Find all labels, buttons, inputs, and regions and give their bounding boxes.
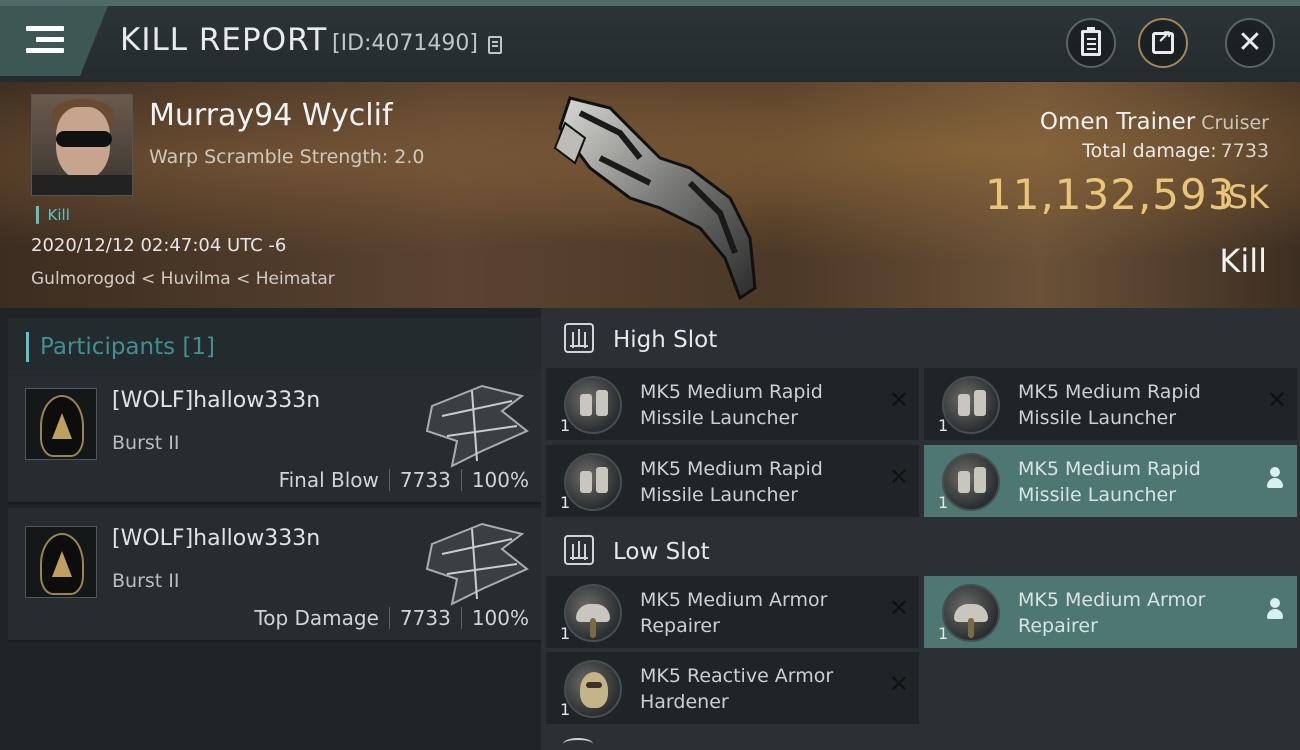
module-name: MK5 Medium Rapid Missile Launcher [640, 458, 823, 506]
module-item[interactable]: 1 MK5 Medium Rapid Missile Launcher ✕ [924, 368, 1297, 440]
high-slot-icon [564, 323, 594, 353]
participants-header: Participants [1] [8, 318, 541, 376]
participant-percent: 100% [471, 468, 529, 492]
close-button[interactable]: ✕ [1225, 18, 1275, 68]
menu-button[interactable] [0, 6, 108, 76]
module-name: MK5 Medium Rapid Missile Launcher [1018, 381, 1201, 429]
module-name: MK5 Medium Rapid Missile Launcher [1018, 458, 1201, 506]
victim-ship-image[interactable] [540, 88, 780, 308]
close-icon: ✕ [888, 594, 909, 622]
participant-damage: 7733 [399, 468, 451, 492]
participants-title: Participants [1] [40, 334, 215, 360]
copy-icon[interactable] [488, 36, 502, 54]
module-name: MK5 Medium Rapid Missile Launcher [640, 381, 823, 429]
module-item[interactable]: 1 MK5 Medium Armor Repairer ✕ [546, 576, 919, 648]
module-quantity: 1 [560, 493, 571, 512]
module-quantity: 1 [938, 416, 949, 435]
warp-scramble-strength: Warp Scramble Strength: 2.0 [149, 146, 425, 168]
victim-name[interactable]: Murray94 Wyclif [149, 98, 393, 133]
participant-stats: Top Damage 7733 100% [254, 606, 529, 630]
isk-value: 11,132,593 [985, 170, 1236, 219]
module-name: MK5 Reactive Armor Hardener [640, 665, 834, 713]
module-item[interactable]: 1 MK5 Reactive Armor Hardener ✕ [546, 652, 919, 724]
high-slot-title: High Slot [613, 327, 718, 353]
armor-repairer-icon [942, 584, 1000, 642]
module-item[interactable]: 1 MK5 Medium Rapid Missile Launcher ✕ [546, 445, 919, 517]
missile-launcher-icon [564, 453, 622, 511]
module-quantity: 1 [938, 493, 949, 512]
missile-launcher-icon [942, 453, 1000, 511]
close-icon: ✕ [888, 670, 909, 698]
clipboard-icon [1081, 27, 1101, 56]
ship-name: Omen Trainer [1039, 109, 1196, 135]
victim-avatar[interactable] [31, 94, 133, 196]
participants-panel: Participants [1] [WOLF]hallow333n Burst … [0, 308, 541, 750]
participant-ship-image[interactable] [422, 514, 532, 610]
low-slot-title: Low Slot [613, 539, 710, 565]
module-name: MK5 Medium Armor Repairer [640, 589, 828, 637]
person-icon [1265, 598, 1285, 622]
participant-stats: Final Blow 7733 100% [279, 468, 529, 492]
kill-location: Gulmorogod < Huvilma < Heimatar [31, 269, 335, 289]
total-damage-label: Total damage: [1082, 140, 1217, 162]
participant-name: [WOLF]hallow333n [112, 388, 321, 413]
module-quantity: 1 [560, 624, 571, 643]
participant-name: [WOLF]hallow333n [112, 526, 321, 551]
participant-card[interactable]: [WOLF]hallow333n Burst II Final Blow 773… [8, 370, 541, 504]
participant-role: Final Blow [278, 468, 379, 492]
participant-card[interactable]: [WOLF]hallow333n Burst II Top Damage 773… [8, 508, 541, 642]
kill-tag-label: Kill [47, 206, 70, 224]
fitting-panel: High Slot 1 MK5 Medium Rapid Missile Lau… [541, 308, 1300, 750]
close-icon: ✕ [888, 463, 909, 491]
participant-avatar[interactable] [25, 388, 97, 460]
missile-launcher-icon [942, 376, 1000, 434]
page-title: KILL REPORT [120, 22, 328, 58]
report-id: [ID:4071490] [332, 31, 478, 56]
participant-ship-image[interactable] [422, 376, 532, 472]
person-icon [1265, 467, 1285, 491]
module-item[interactable]: 1 MK5 Medium Rapid Missile Launcher ✕ [546, 368, 919, 440]
participant-role: Top Damage [254, 606, 379, 630]
kill-timestamp: 2020/12/12 02:47:04 UTC -6 [31, 235, 287, 256]
total-damage-value: 7733 [1220, 140, 1269, 162]
ship-class: Cruiser [1201, 112, 1269, 134]
header-topline [0, 0, 1300, 6]
share-button[interactable] [1138, 18, 1188, 68]
low-slot-icon [564, 535, 594, 565]
clipboard-button[interactable] [1066, 18, 1116, 68]
armor-repairer-icon [564, 584, 622, 642]
missile-launcher-icon [564, 376, 622, 434]
share-icon [1152, 27, 1174, 54]
header-bar: KILL REPORT [ID:4071490] ✕ [0, 0, 1300, 82]
kill-result: Kill [1219, 242, 1267, 280]
module-item[interactable]: 1 MK5 Medium Rapid Missile Launcher [924, 445, 1297, 517]
victim-banner: Murray94 Wyclif Warp Scramble Strength: … [0, 82, 1300, 308]
participant-avatar[interactable] [25, 526, 97, 598]
close-icon: ✕ [888, 386, 909, 414]
participant-ship: Burst II [112, 432, 180, 454]
close-icon: ✕ [1237, 25, 1263, 60]
participant-damage: 7733 [399, 606, 451, 630]
module-name: MK5 Medium Armor Repairer [1018, 589, 1206, 637]
kill-tag: ▎Kill [36, 206, 70, 224]
close-icon: ✕ [1266, 386, 1287, 414]
victim-ship[interactable]: Omen Trainer Cruiser [1040, 109, 1269, 135]
high-slot-header: High Slot [541, 308, 1300, 370]
participant-percent: 100% [471, 606, 529, 630]
module-quantity: 1 [560, 416, 571, 435]
module-item[interactable]: 1 MK5 Medium Armor Repairer [924, 576, 1297, 648]
low-slot-header: Low Slot [541, 520, 1300, 582]
isk-unit: ISK [1218, 178, 1269, 216]
menu-icon [26, 26, 64, 56]
armor-hardener-icon [564, 660, 622, 718]
module-quantity: 1 [560, 700, 571, 719]
rig-slot-icon [563, 738, 593, 750]
module-quantity: 1 [938, 624, 949, 643]
total-damage: Total damage: 7733 [1082, 140, 1269, 162]
participant-ship: Burst II [112, 570, 180, 592]
